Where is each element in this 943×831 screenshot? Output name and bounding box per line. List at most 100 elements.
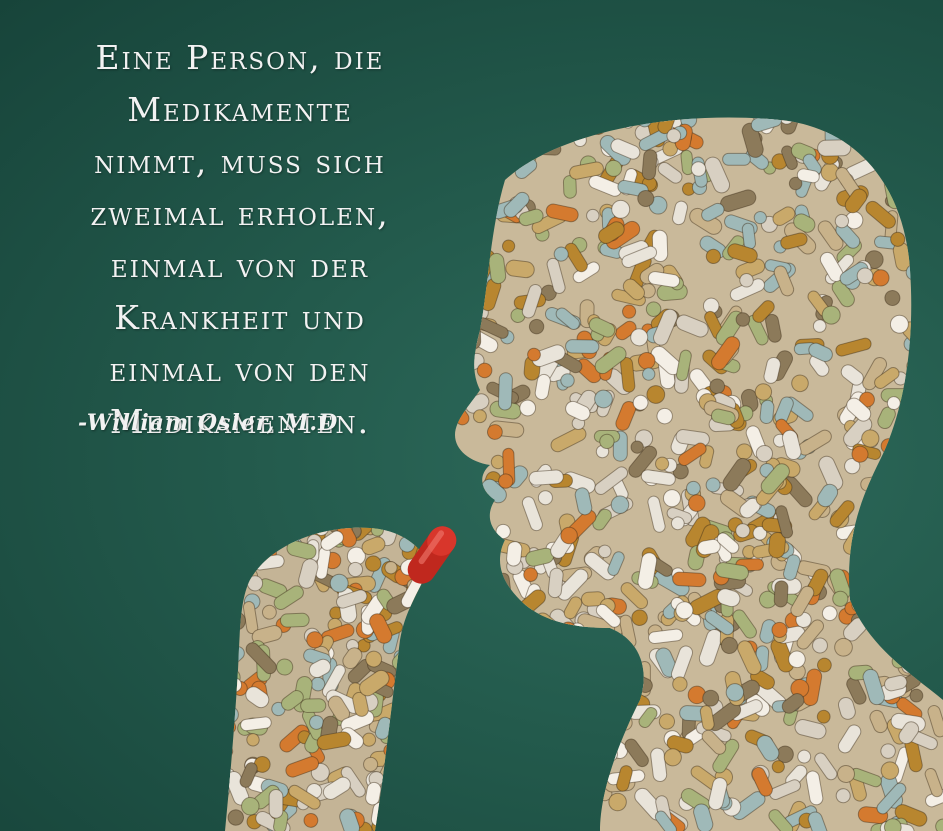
pill [501,141,517,157]
pill [746,117,764,121]
pill [559,725,592,743]
pill [919,581,943,600]
pill [923,610,942,630]
pill [417,680,430,698]
pill [455,628,471,647]
pill [608,638,628,658]
pill [823,117,840,127]
pill [396,762,415,781]
pill [527,691,563,714]
pill [496,799,512,815]
pill [540,661,557,693]
pill [891,87,926,120]
pill [498,712,516,745]
pill [912,218,927,233]
pill [455,499,456,515]
pill [235,560,249,574]
pill [556,760,581,796]
pill [488,739,516,768]
pill [483,136,499,152]
pill [835,117,861,127]
pill [794,91,814,111]
pill [225,568,245,584]
pill [437,818,454,831]
pill [515,639,538,665]
pill [926,283,940,313]
pill [433,695,450,732]
pill [558,661,577,680]
pill [790,117,828,119]
pill [268,789,284,819]
pill [455,726,469,747]
pill [530,627,548,645]
pill [521,117,556,130]
pill [759,399,775,425]
pill [225,612,235,646]
pill [894,449,909,476]
pill [698,90,723,115]
pill [511,800,540,826]
pill [897,468,913,485]
quote-text: Eine Person, die Medikamente nimmt, muss… [40,32,440,448]
pill [225,744,234,758]
pill [383,763,405,791]
pill [517,624,554,650]
pill [867,591,885,609]
pill [930,373,943,400]
pill [525,761,559,790]
pill [387,811,403,827]
pill [871,501,892,533]
pill [533,778,550,795]
pill [885,611,913,641]
pill [486,642,506,680]
pill [529,662,544,678]
pill [528,619,543,633]
pill [926,499,940,513]
pill [455,740,465,768]
pill [530,672,556,697]
pill [893,563,912,593]
pill [464,717,480,734]
head-silhouette [426,87,943,831]
pill [600,677,622,713]
pill [906,604,929,629]
pill [426,464,456,489]
pill [455,379,461,404]
pill [874,121,890,151]
pill [455,725,467,746]
pill [225,709,237,734]
pill [511,742,527,758]
pill [506,541,523,567]
pill [455,446,462,473]
pill [383,775,399,792]
pill [412,676,429,694]
pill [225,595,228,610]
pill [884,624,919,646]
pill [254,527,276,548]
pill [423,783,430,797]
pill [927,520,943,550]
pill [868,144,901,160]
pill [524,808,541,825]
pill [899,523,918,553]
pill [596,689,610,703]
pill [531,142,562,156]
pill [863,139,879,154]
pill [859,571,883,607]
pill [586,708,604,744]
pill [877,500,894,517]
pill [566,741,588,764]
pill [916,455,933,494]
pill [420,699,430,713]
pill [672,571,707,588]
pill [586,208,600,223]
pill [509,795,534,814]
pill [822,96,838,112]
pill [413,680,430,713]
pill [832,87,861,114]
pill [908,349,940,382]
pill [924,255,938,269]
pill [225,555,249,572]
pill [817,139,852,157]
pill [455,281,478,300]
